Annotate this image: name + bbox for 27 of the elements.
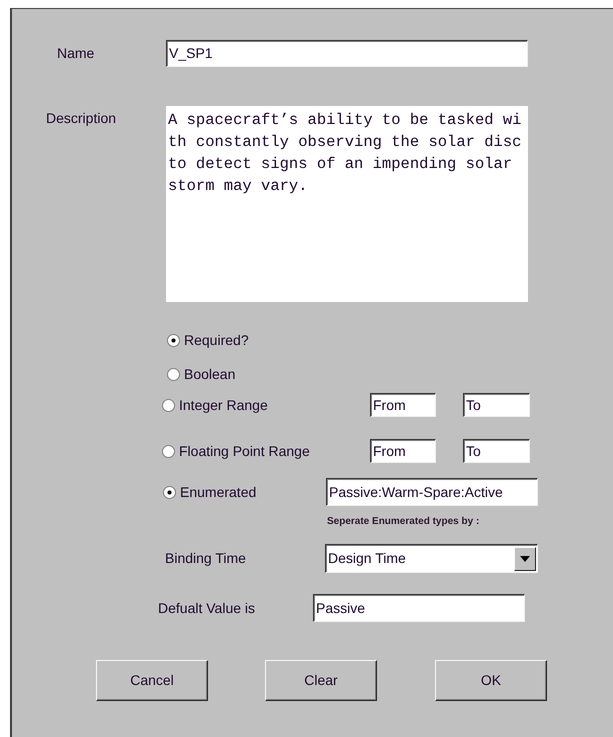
from-field[interactable]: From [370,393,436,417]
option-label: Boolean [184,364,236,384]
option-label: Integer Range [179,396,268,415]
enumerated-types-field[interactable]: Passive:Warm-Spare:Active [326,478,538,506]
option-label: Floating Point Range [179,442,310,461]
option-label: Enumerated [180,482,256,502]
name-field[interactable]: V_SP1 [166,40,528,67]
description-field[interactable]: A spacecraft’s ability to be tasked with constantly observing the solar disc to detect signs of an impending solar storm may vary. [166,106,528,302]
name-label: Name [57,44,96,63]
binding-time-label: Binding Time [165,549,247,568]
dialog-button[interactable]: Clear [265,660,377,701]
radio-button[interactable] [167,368,180,380]
dialog-button[interactable]: Cancel [96,660,208,701]
default-value-label: Defualt Value is [158,598,256,618]
radio-button[interactable] [163,486,176,498]
to-field[interactable]: To [463,439,530,463]
default-value-field[interactable]: Passive [313,594,525,622]
radio-button[interactable] [167,334,180,346]
binding-time-dropdown[interactable]: Design Time [325,544,538,573]
to-field[interactable]: To [463,393,530,417]
option-label: Required? [184,330,249,350]
radio-button[interactable] [162,398,175,412]
radio-button[interactable] [162,444,175,458]
from-field[interactable]: From [370,439,436,463]
dialog-button[interactable]: OK [435,660,547,701]
description-label: Description [46,109,118,128]
hint-text: Seperate Enumerated types by : [327,515,480,529]
